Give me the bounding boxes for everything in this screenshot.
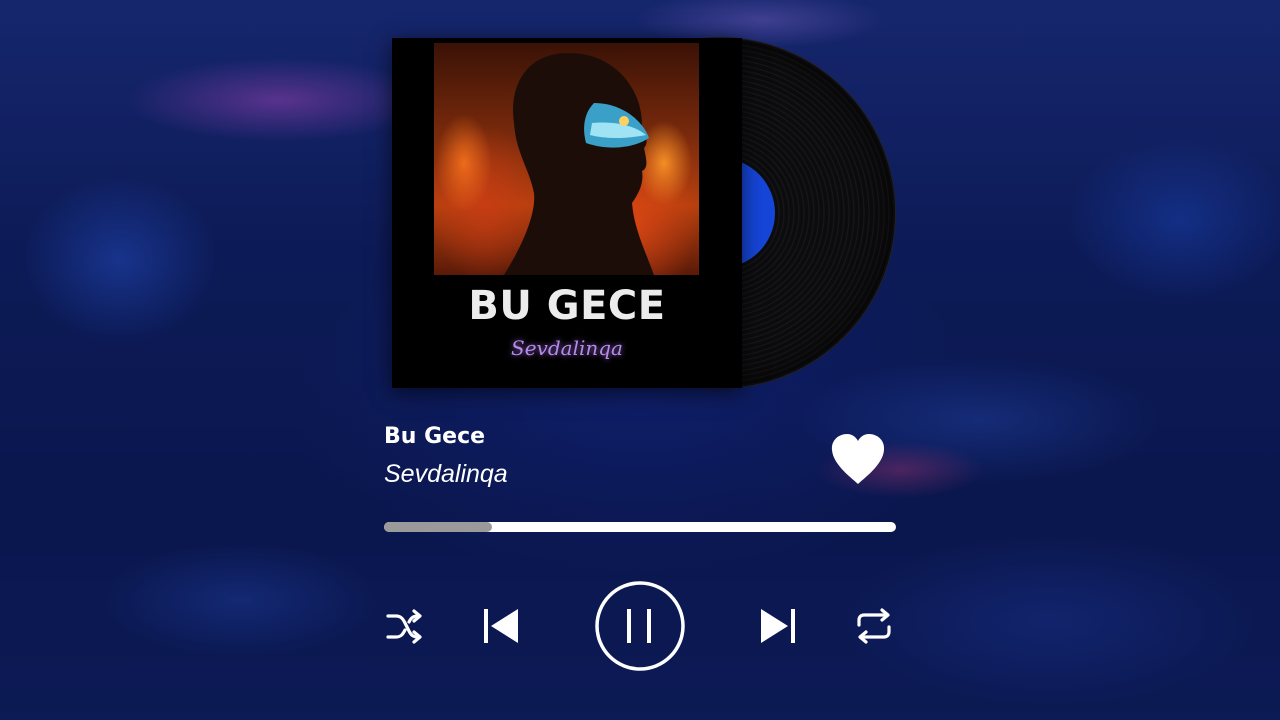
album-cover: BU GECE Sevdalinqa <box>392 38 742 388</box>
progress-bar[interactable] <box>384 522 896 532</box>
pause-button[interactable] <box>594 580 686 672</box>
track-title: Bu Gece <box>384 424 486 449</box>
album-artwork <box>434 43 699 275</box>
shuffle-button[interactable] <box>385 607 425 645</box>
like-button[interactable] <box>829 432 887 486</box>
cover-artist-signature: Sevdalinqa <box>511 336 623 360</box>
shuffle-icon <box>386 609 422 644</box>
progress-fill <box>384 522 492 532</box>
skip-previous-icon <box>484 609 518 643</box>
repeat-button[interactable] <box>854 607 894 645</box>
skip-next-icon <box>761 609 795 643</box>
cover-title: BU GECE <box>468 283 666 329</box>
track-artist: Sevdalinqa <box>384 460 508 488</box>
previous-button[interactable] <box>481 606 521 646</box>
portrait-silhouette <box>504 53 654 275</box>
next-button[interactable] <box>758 606 798 646</box>
pause-icon <box>595 581 685 671</box>
repeat-icon <box>857 608 891 644</box>
heart-icon <box>831 434 885 484</box>
